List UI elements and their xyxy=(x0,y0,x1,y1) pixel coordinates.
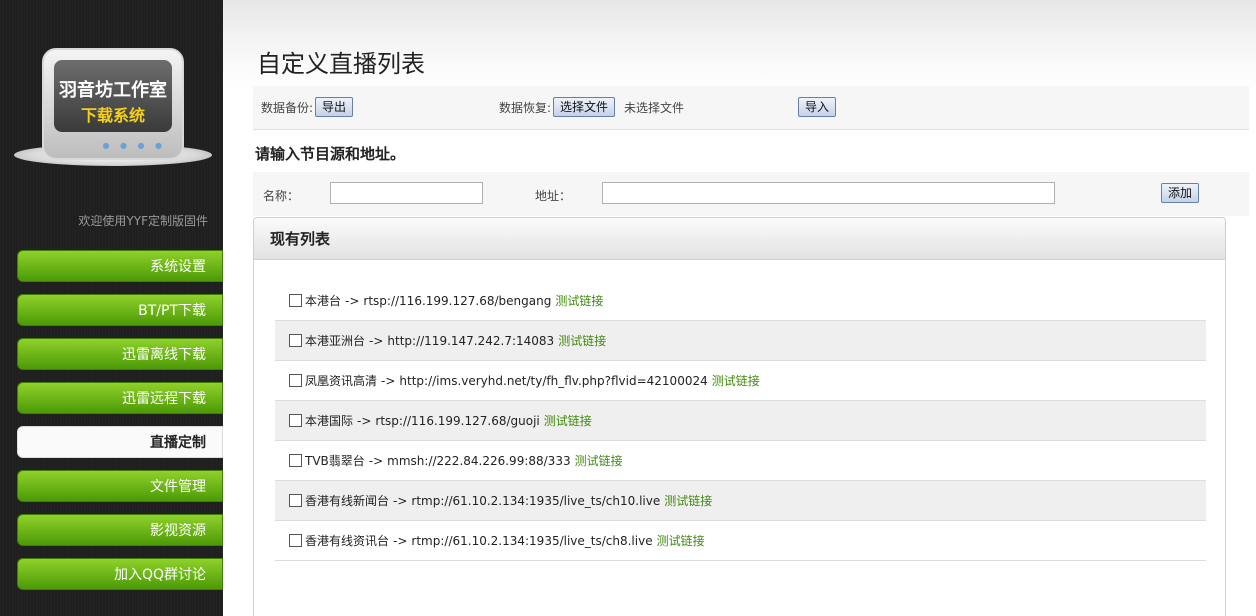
existing-list-panel: 现有列表 本港台 -> rtsp://116.199.127.68/bengan… xyxy=(253,217,1226,616)
channel-name: 本港台 xyxy=(305,294,342,308)
channel-url: http://119.147.242.7:14083 xyxy=(387,333,555,348)
arrow-text: -> xyxy=(393,533,408,548)
logo-screen: 羽音坊工作室 下载系统 xyxy=(54,60,172,132)
test-link[interactable]: 测试链接 xyxy=(664,492,712,509)
add-channel-form: 名称： 地址： 添加 xyxy=(253,172,1249,216)
indicator-dots-icon: ● ● ● ● xyxy=(102,141,166,150)
sidebar-item-live-custom[interactable]: 直播定制 xyxy=(17,426,223,458)
arrow-text: -> xyxy=(345,293,360,308)
item-checkbox[interactable] xyxy=(289,334,302,347)
sidebar-nav: 系统设置 BT/PT下载 迅雷离线下载 迅雷远程下载 直播定制 文件管理 影视资… xyxy=(17,250,223,602)
item-checkbox[interactable] xyxy=(289,454,302,467)
sidebar: 羽音坊工作室 下载系统 ● ● ● ● 欢迎使用YYF定制版固件 系统设置 BT… xyxy=(0,0,223,616)
tv-icon: 羽音坊工作室 下载系统 ● ● ● ● xyxy=(42,48,184,160)
channel-name: 凤凰资讯高清 xyxy=(305,374,378,388)
address-label: 地址： xyxy=(535,189,572,203)
sidebar-item-thunder-remote[interactable]: 迅雷远程下载 xyxy=(17,382,223,414)
arrow-text: -> xyxy=(369,333,384,348)
channel-name: 香港有线资讯台 xyxy=(305,534,390,548)
channel-url: rtsp://116.199.127.68/guoji xyxy=(375,413,540,428)
logo-title: 羽音坊工作室 xyxy=(59,80,167,101)
page-title: 自定义直播列表 xyxy=(257,50,425,78)
test-link[interactable]: 测试链接 xyxy=(555,292,603,309)
address-input[interactable] xyxy=(602,182,1055,204)
channel-name: TVB翡翠台 xyxy=(305,454,365,468)
app-logo: 羽音坊工作室 下载系统 ● ● ● ● xyxy=(14,46,212,172)
list-item: 本港台 -> rtsp://116.199.127.68/bengang 测试链… xyxy=(275,281,1206,321)
test-link[interactable]: 测试链接 xyxy=(575,452,623,469)
item-checkbox[interactable] xyxy=(289,494,302,507)
input-prompt: 请输入节目源和地址。 xyxy=(255,145,406,163)
channel-name: 香港有线新闻台 xyxy=(305,494,390,508)
restore-label: 数据恢复: xyxy=(499,101,552,115)
list-item: 本港国际 -> rtsp://116.199.127.68/guoji 测试链接 xyxy=(275,401,1206,441)
arrow-text: -> xyxy=(357,413,372,428)
add-button[interactable]: 添加 xyxy=(1161,183,1200,203)
channel-name: 本港国际 xyxy=(305,414,354,428)
channel-url: rtmp://61.10.2.134:1935/live_ts/ch8.live xyxy=(411,533,653,548)
backup-restore-bar: 数据备份: 导出 数据恢复: 选择文件 未选择文件 导入 xyxy=(253,86,1249,130)
backup-label: 数据备份: xyxy=(261,101,314,115)
list-item: TVB翡翠台 -> mmsh://222.84.226.99:88/333 测试… xyxy=(275,441,1206,481)
import-button[interactable]: 导入 xyxy=(798,97,837,117)
item-checkbox[interactable] xyxy=(289,374,302,387)
arrow-text: -> xyxy=(381,373,396,388)
sidebar-item-file-manager[interactable]: 文件管理 xyxy=(17,470,223,502)
list-item: 香港有线资讯台 -> rtmp://61.10.2.134:1935/live_… xyxy=(275,521,1206,561)
name-input[interactable] xyxy=(330,182,483,204)
arrow-text: -> xyxy=(393,493,408,508)
test-link[interactable]: 测试链接 xyxy=(558,332,606,349)
item-checkbox[interactable] xyxy=(289,414,302,427)
main-content: 自定义直播列表 数据备份: 导出 数据恢复: 选择文件 未选择文件 导入 请输入… xyxy=(223,0,1256,616)
item-checkbox[interactable] xyxy=(289,294,302,307)
sidebar-item-join-qq-group[interactable]: 加入QQ群讨论 xyxy=(17,558,223,590)
channel-list: 本港台 -> rtsp://116.199.127.68/bengang 测试链… xyxy=(275,281,1206,561)
sidebar-item-video-resources[interactable]: 影视资源 xyxy=(17,514,223,546)
item-checkbox[interactable] xyxy=(289,534,302,547)
welcome-text: 欢迎使用YYF定制版固件 xyxy=(78,214,208,228)
channel-url: mmsh://222.84.226.99:88/333 xyxy=(387,453,571,468)
export-button[interactable]: 导出 xyxy=(315,97,354,117)
panel-title: 现有列表 xyxy=(254,218,1225,260)
channel-url: rtmp://61.10.2.134:1935/live_ts/ch10.liv… xyxy=(411,493,661,508)
arrow-text: -> xyxy=(368,453,384,468)
channel-url: rtsp://116.199.127.68/bengang xyxy=(363,293,552,308)
list-item: 香港有线新闻台 -> rtmp://61.10.2.134:1935/live_… xyxy=(275,481,1206,521)
test-link[interactable]: 测试链接 xyxy=(712,372,760,389)
channel-url: http://ims.veryhd.net/ty/fh_flv.php?flvi… xyxy=(399,373,708,388)
no-file-selected-text: 未选择文件 xyxy=(624,101,685,115)
test-link[interactable]: 测试链接 xyxy=(544,412,592,429)
sidebar-item-bt-pt-download[interactable]: BT/PT下载 xyxy=(17,294,223,326)
channel-name: 本港亚洲台 xyxy=(305,334,366,348)
choose-file-button[interactable]: 选择文件 xyxy=(553,97,616,117)
test-link[interactable]: 测试链接 xyxy=(657,532,705,549)
sidebar-item-system-settings[interactable]: 系统设置 xyxy=(17,250,223,282)
sidebar-item-thunder-offline[interactable]: 迅雷离线下载 xyxy=(17,338,223,370)
name-label: 名称： xyxy=(263,189,300,203)
logo-subtitle: 下载系统 xyxy=(80,106,145,125)
list-item: 凤凰资讯高清 -> http://ims.veryhd.net/ty/fh_fl… xyxy=(275,361,1206,401)
list-item: 本港亚洲台 -> http://119.147.242.7:14083 测试链接 xyxy=(275,321,1206,361)
